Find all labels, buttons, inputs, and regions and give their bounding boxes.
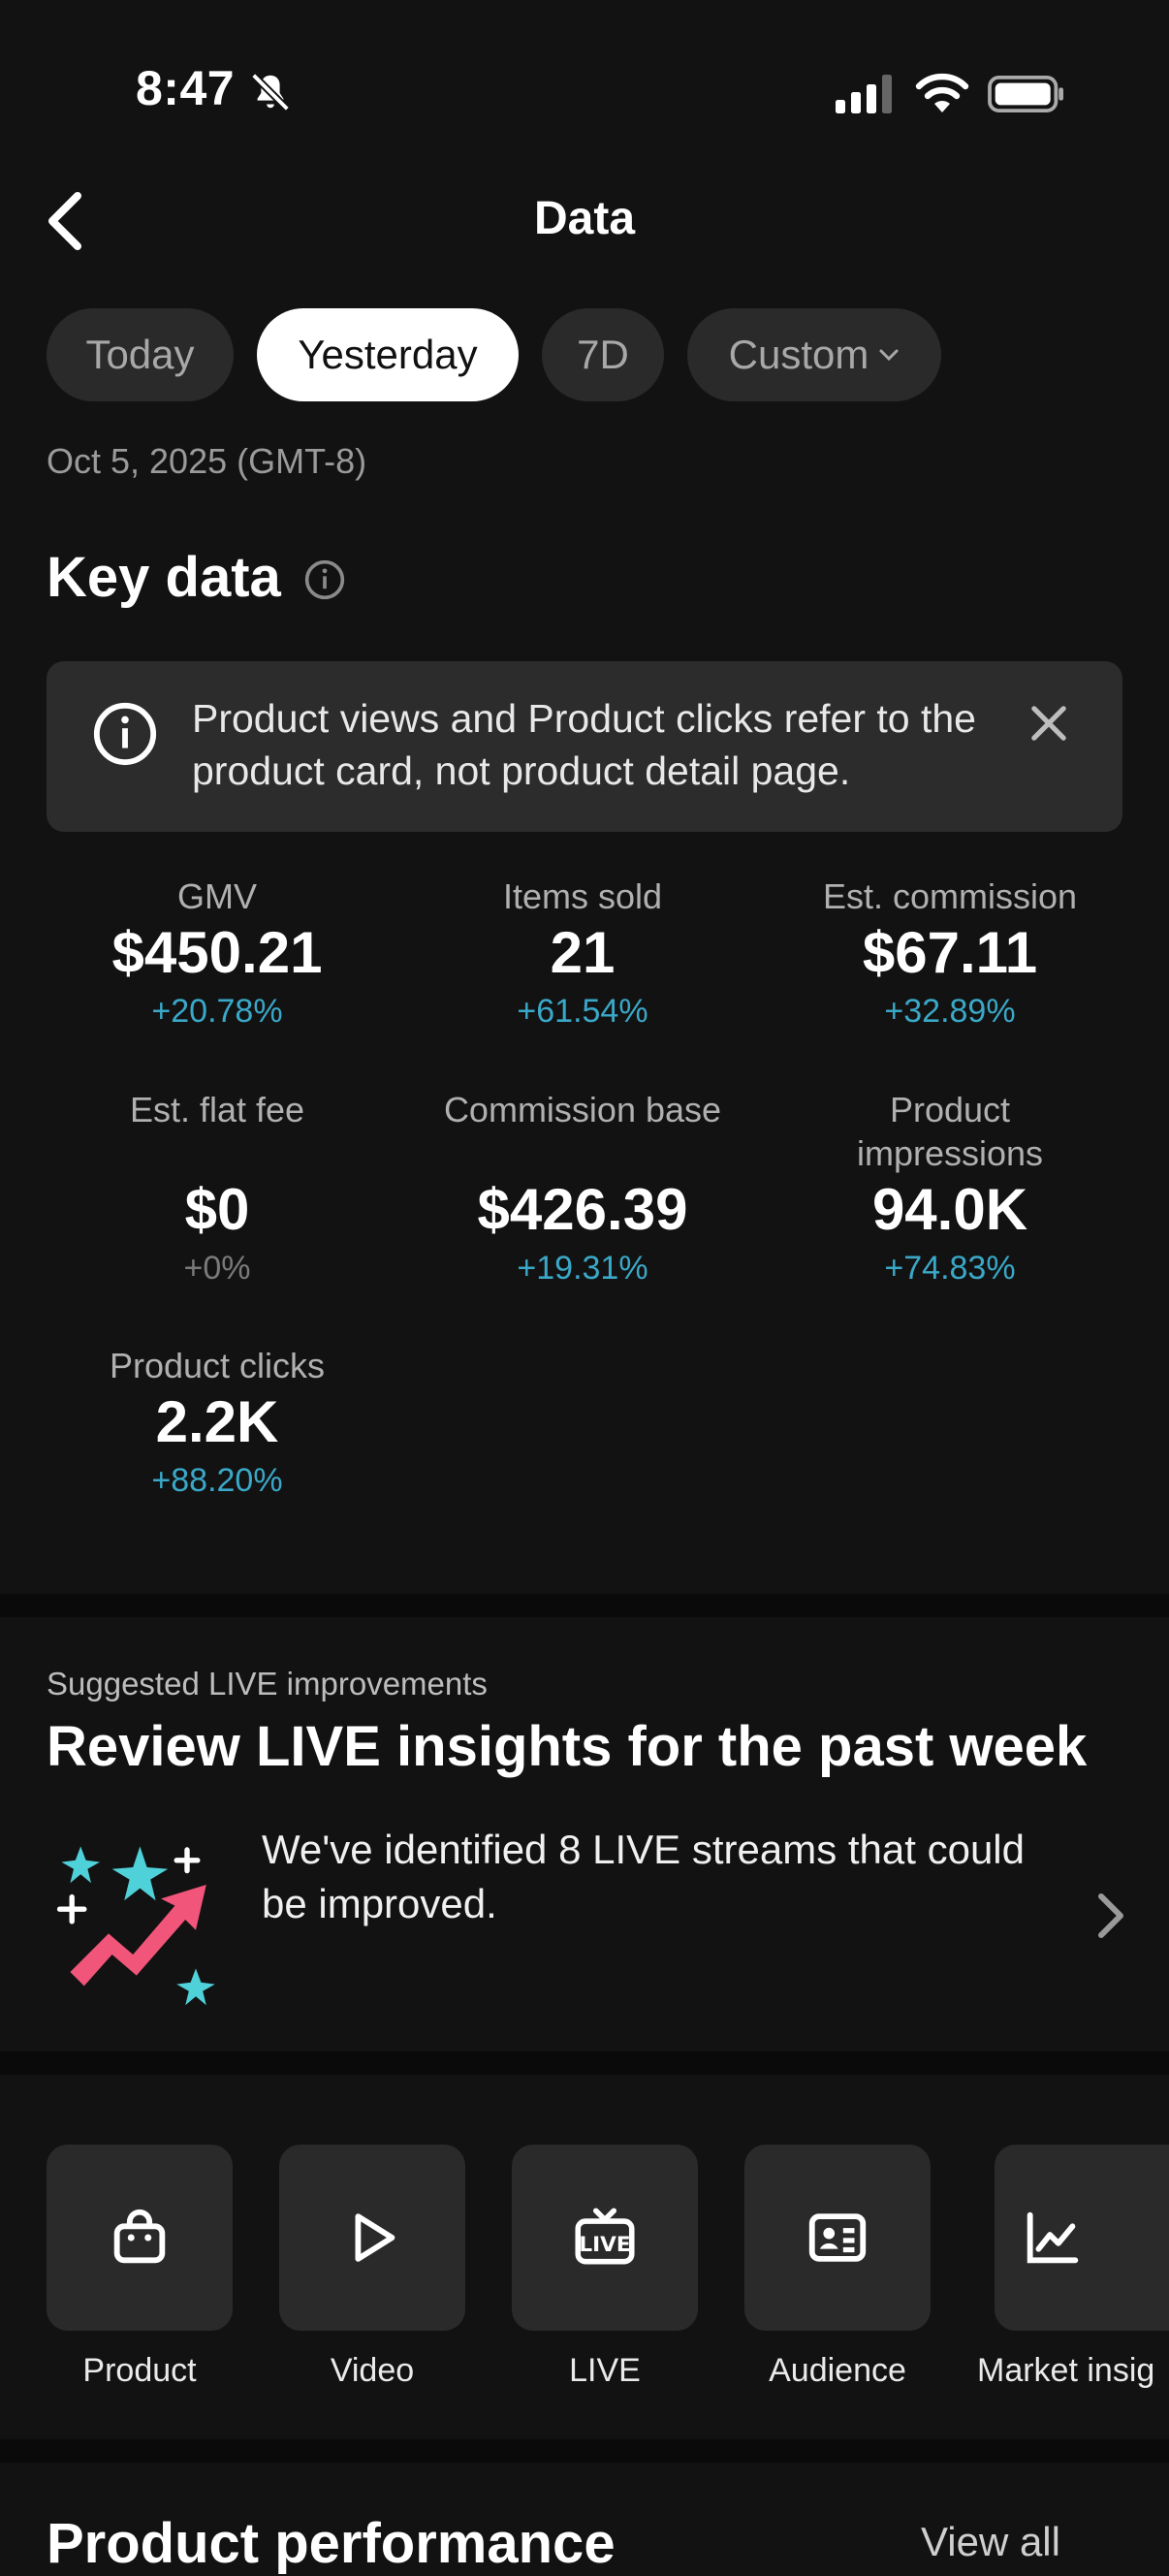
suggestion-text[interactable]: We've identified 8 LIVE streams that cou… <box>262 1823 1057 1931</box>
info-icon[interactable] <box>303 558 346 601</box>
shopping-bag-icon <box>113 2209 166 2264</box>
metric-label: GMV <box>176 876 257 916</box>
metric-change: +19.31% <box>517 1250 648 1287</box>
tool-label-video: Video <box>330 2352 415 2389</box>
metric-label: Product impressions <box>856 1090 1044 1173</box>
tool-label-live: LIVE <box>569 2352 641 2389</box>
filter-chip-today[interactable]: Today <box>47 308 234 401</box>
metric-change: +88.20% <box>151 1462 283 1499</box>
close-icon[interactable] <box>1024 698 1074 748</box>
tool-label-market-insights: Market insig <box>977 2352 1155 2389</box>
cellular-signal-icon <box>836 75 892 113</box>
filter-chip-yesterday[interactable]: Yesterday <box>257 308 519 401</box>
metric-change: +0% <box>183 1250 251 1287</box>
info-circle-icon <box>93 702 157 766</box>
tool-label-audience: Audience <box>769 2352 906 2389</box>
trending-sparkle-illustration <box>56 1846 215 2006</box>
metric-label: Est. commission <box>822 876 1078 916</box>
line-chart-icon <box>1027 2211 1079 2264</box>
metric-product-impressions[interactable]: Product impressions 94.0K +74.83% <box>766 1088 1134 1291</box>
status-time: 8:47 <box>136 61 236 115</box>
key-data-title: Key data <box>47 546 281 609</box>
metric-items-sold[interactable]: Items sold 21 +61.54% <box>398 875 767 1034</box>
info-banner: Product views and Product clicks refer t… <box>47 661 1122 832</box>
view-all-link[interactable]: View all <box>921 2519 1060 2565</box>
metric-label: Commission base <box>443 1090 722 1129</box>
battery-icon <box>988 76 1063 112</box>
svg-text:LIVE: LIVE <box>579 2233 630 2257</box>
play-icon <box>355 2213 395 2262</box>
metric-change: +61.54% <box>517 993 648 1030</box>
metric-value: $426.39 <box>477 1177 688 1242</box>
metric-value: $450.21 <box>111 920 323 985</box>
wifi-icon <box>915 73 969 112</box>
section-divider <box>0 1594 1169 1617</box>
tool-market-insights-button[interactable] <box>995 2145 1169 2331</box>
product-performance-title: Product performance <box>47 2512 616 2575</box>
metric-est-commission[interactable]: Est. commission $67.11 +32.89% <box>766 875 1134 1034</box>
chip-label: Custom <box>728 332 869 377</box>
metric-commission-base[interactable]: Commission base $426.39 +19.31% <box>398 1088 767 1291</box>
live-tv-icon: LIVE <box>575 2208 635 2265</box>
chevron-right-icon[interactable] <box>1093 1891 1128 1941</box>
id-card-icon <box>808 2213 867 2262</box>
chevron-down-icon <box>879 349 899 362</box>
metric-est-flat-fee[interactable]: Est. flat fee $0 +0% <box>33 1088 401 1291</box>
suggestion-kicker: Suggested LIVE improvements <box>47 1666 488 1701</box>
page-title: Data <box>533 193 636 244</box>
chip-label: Today <box>85 332 195 377</box>
metric-value: $0 <box>184 1177 250 1242</box>
chip-label: Yesterday <box>298 332 478 377</box>
tool-label-product: Product <box>82 2352 197 2389</box>
metric-value: 94.0K <box>871 1177 1028 1242</box>
filter-chip-7d[interactable]: 7D <box>542 308 664 401</box>
bell-muted-icon <box>251 73 290 111</box>
tool-audience-button[interactable] <box>744 2145 931 2331</box>
date-range: Oct 5, 2025 (GMT-8) <box>47 441 367 481</box>
filter-chip-custom[interactable]: Custom <box>687 308 941 401</box>
tool-live-button[interactable]: LIVE <box>512 2145 698 2331</box>
section-divider <box>0 2439 1169 2463</box>
metric-value: 2.2K <box>155 1389 279 1454</box>
metric-value: 21 <box>550 920 616 985</box>
metric-product-clicks[interactable]: Product clicks 2.2K +88.20% <box>33 1344 401 1504</box>
metric-gmv[interactable]: GMV $450.21 +20.78% <box>33 875 401 1034</box>
metric-label: Est. flat fee <box>129 1090 305 1129</box>
metric-label: Items sold <box>502 876 663 916</box>
section-divider <box>0 2051 1169 2075</box>
tool-video-button[interactable] <box>279 2145 465 2331</box>
chip-label: 7D <box>577 332 629 377</box>
banner-text: Product views and Product clicks refer t… <box>192 696 976 793</box>
metric-value: $67.11 <box>862 920 1038 985</box>
tool-product-button[interactable] <box>47 2145 233 2331</box>
metric-change: +74.83% <box>884 1250 1016 1287</box>
suggestion-title: Review LIVE insights for the past week <box>47 1715 1088 1778</box>
metric-change: +32.89% <box>884 993 1016 1030</box>
metric-label: Product clicks <box>109 1346 326 1385</box>
metric-change: +20.78% <box>151 993 283 1030</box>
